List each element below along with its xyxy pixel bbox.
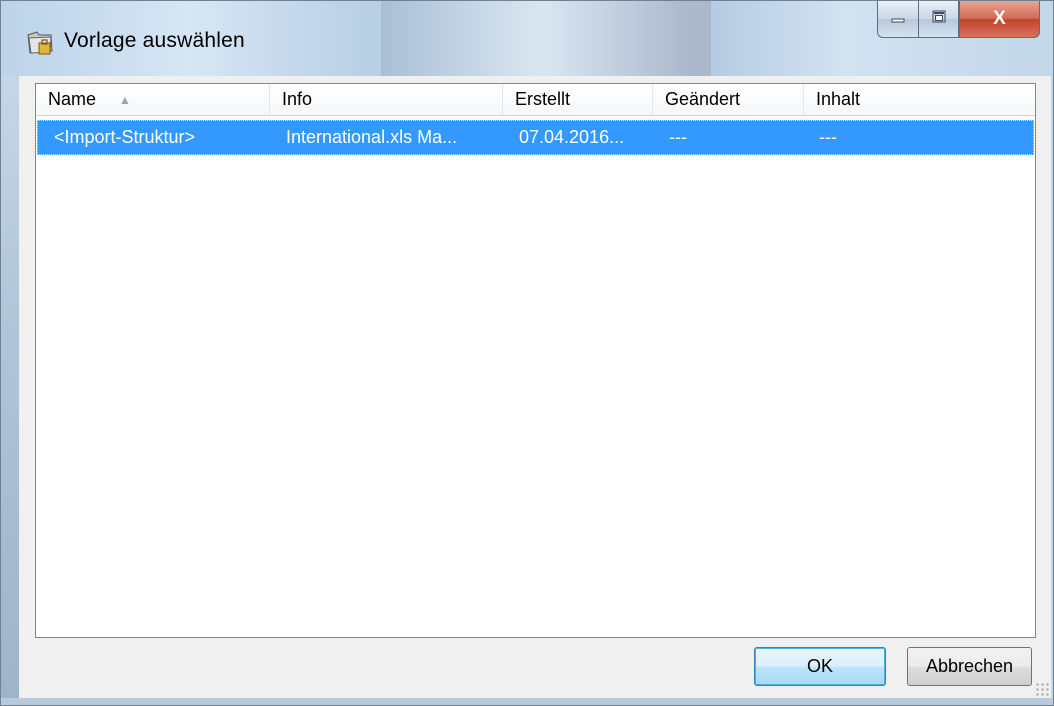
cell-info: International.xls Ma... <box>286 127 458 147</box>
sort-ascending-icon: ▲ <box>119 92 131 107</box>
cell-erstellt: 07.04.2016... <box>519 127 625 147</box>
window-frame-left <box>1 76 19 698</box>
maximize-button[interactable] <box>918 1 959 38</box>
ok-button[interactable]: OK <box>754 647 886 686</box>
caption-buttons: X <box>877 1 1040 39</box>
column-header-label: Name <box>48 89 97 109</box>
column-header-label: Info <box>282 89 313 109</box>
column-header-label: Erstellt <box>515 89 571 109</box>
resize-grip[interactable] <box>1035 682 1049 696</box>
column-header-label: Inhalt <box>816 89 861 109</box>
cell-inhalt: --- <box>819 127 837 147</box>
window-title: Vorlage auswählen <box>64 29 245 52</box>
dialog-window: Vorlage auswählen X Name ▲ Info Erstellt… <box>0 0 1054 706</box>
list-header: Name ▲ Info Erstellt Geändert Inhalt <box>36 84 1035 116</box>
maximize-icon <box>931 10 947 29</box>
template-list[interactable]: Name ▲ Info Erstellt Geändert Inhalt <Im… <box>35 83 1036 638</box>
template-folder-icon <box>25 29 55 57</box>
minimize-button[interactable] <box>877 1 918 38</box>
column-header-label: Geändert <box>665 89 741 109</box>
title-bar[interactable]: Vorlage auswählen X <box>1 1 1053 76</box>
dialog-client-area: Name ▲ Info Erstellt Geändert Inhalt <Im… <box>19 76 1051 698</box>
column-header-info[interactable]: Info <box>270 84 503 115</box>
window-frame-bottom <box>1 698 1053 705</box>
cell-name: <Import-Struktur> <box>54 127 196 147</box>
minimize-icon <box>890 10 906 28</box>
cancel-button[interactable]: Abbrechen <box>907 647 1032 686</box>
close-button[interactable]: X <box>959 1 1040 38</box>
close-icon: X <box>993 8 1006 29</box>
title-bar-background <box>381 1 711 76</box>
table-row[interactable]: <Import-Struktur> International.xls Ma..… <box>37 120 1034 155</box>
column-header-inhalt[interactable]: Inhalt <box>804 84 1036 115</box>
cell-geaendert: --- <box>669 127 687 147</box>
column-header-erstellt[interactable]: Erstellt <box>503 84 653 115</box>
column-header-geaendert[interactable]: Geändert <box>653 84 804 115</box>
column-header-name[interactable]: Name ▲ <box>36 84 270 115</box>
